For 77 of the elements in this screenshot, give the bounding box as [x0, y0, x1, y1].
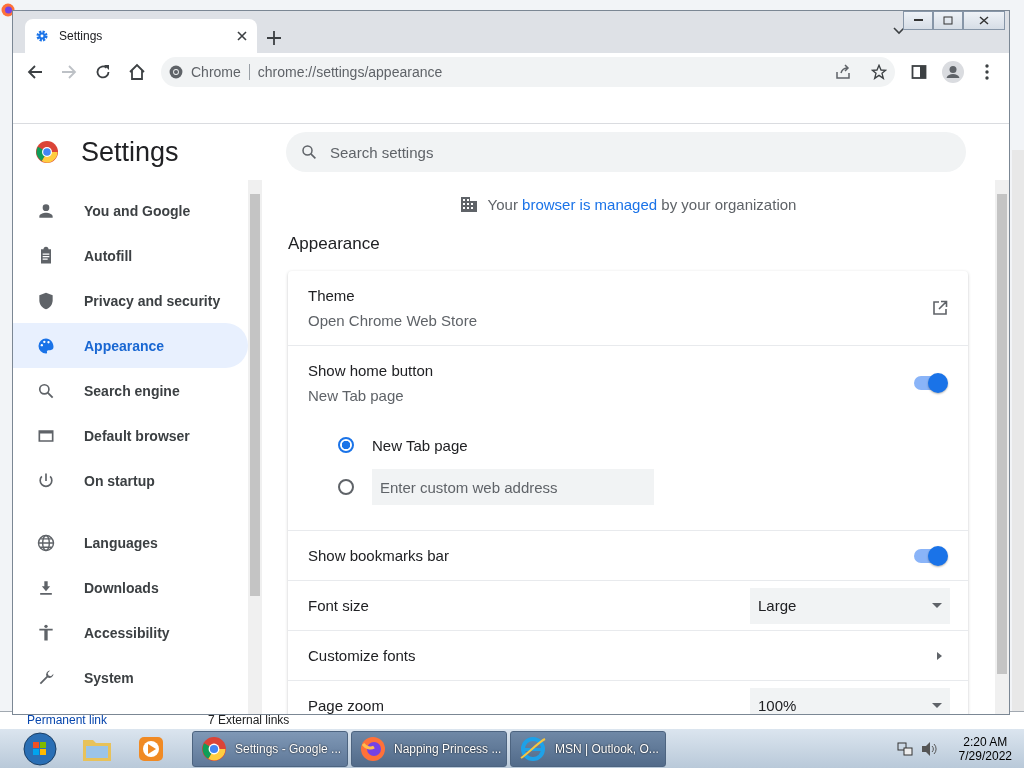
clock-date[interactable]: 7/29/2022 [958, 748, 1012, 763]
profile-avatar-icon[interactable] [939, 58, 967, 86]
setting-label: Page zoom [308, 697, 385, 714]
setting-label: Font size [308, 597, 370, 614]
speaker-icon[interactable] [920, 740, 937, 757]
caret-icon [932, 703, 942, 708]
page-title: Settings [81, 136, 179, 168]
input-field[interactable]: Enter custom web address [372, 469, 654, 505]
firefox-icon [1, 3, 15, 17]
accessibility-icon [36, 622, 56, 643]
settings-tab[interactable]: Settings [25, 19, 257, 53]
sidebar-item[interactable]: Autofill [13, 233, 248, 278]
sidebar-item[interactable]: Appearance [13, 323, 248, 368]
shield-icon [36, 290, 56, 311]
sidebar-item[interactable]: On startup [13, 458, 248, 503]
clock-time[interactable]: 2:20 AM [963, 734, 1008, 749]
gear-icon [35, 29, 49, 43]
share-icon[interactable] [835, 64, 851, 80]
sidebar-item[interactable]: Downloads [13, 565, 248, 610]
managed-link[interactable]: browser is managed [522, 195, 658, 213]
search-icon [300, 143, 318, 161]
section-title: Appearance [288, 234, 381, 254]
sidebar-item[interactable]: Privacy and security [13, 278, 248, 323]
building-icon [459, 196, 478, 212]
reload-icon [95, 64, 111, 80]
new-tab-icon[interactable] [267, 31, 281, 45]
maximize-icon [943, 16, 953, 25]
forward-arrow-icon [61, 64, 77, 80]
sidebar-item[interactable]: System [13, 655, 248, 700]
setting-label: Show bookmarks bar [308, 547, 450, 564]
scrollbar[interactable] [995, 180, 1009, 714]
scrollbar[interactable] [1012, 150, 1024, 711]
home-icon [128, 63, 146, 81]
radio-button[interactable] [338, 479, 354, 495]
toggle-switch[interactable] [914, 376, 946, 390]
search-field[interactable]: Search settings [286, 132, 966, 172]
address-bar[interactable]: Chrome chrome://settings/appearance [161, 57, 895, 87]
close-button[interactable] [963, 11, 1005, 30]
chrome-logo-icon [201, 735, 227, 762]
network-icon[interactable] [896, 740, 913, 757]
contents-entry[interactable]: 7 External links [208, 713, 290, 727]
dropdown[interactable]: Large [750, 587, 950, 624]
setting-description: New Tab page [308, 387, 405, 404]
radio-label[interactable]: New Tab page [372, 436, 468, 454]
close-icon[interactable] [237, 31, 247, 41]
back-arrow-icon [27, 64, 43, 80]
taskbar-button[interactable]: MSN | Outlook, O... [510, 730, 666, 767]
scrollbar[interactable] [248, 180, 262, 714]
taskbar-button[interactable]: Settings - Google ... [192, 730, 348, 767]
sidebar-item[interactable]: Languages [13, 520, 248, 565]
close-icon [979, 16, 989, 25]
radio-button[interactable] [338, 437, 354, 453]
external-link-icon[interactable] [932, 300, 948, 316]
taskbar-button[interactable]: Napping Princess ... [351, 730, 507, 767]
star-icon[interactable] [871, 64, 887, 80]
sidebar-item[interactable]: Default browser [13, 413, 248, 458]
caret-icon [932, 603, 942, 608]
dropdown[interactable]: 100% [750, 687, 950, 714]
fox-globe-icon [360, 735, 386, 762]
setting-label: Customize fonts [308, 647, 417, 664]
sidebar-item[interactable]: Accessibility [13, 610, 248, 655]
chevron-right-icon[interactable] [937, 651, 942, 660]
setting-description: Open Chrome Web Store [308, 312, 478, 329]
sidebar-item[interactable]: Search engine [13, 368, 248, 413]
setting-label: Show home button [308, 362, 435, 379]
toggle-switch[interactable] [914, 548, 946, 563]
chrome-logo-icon [169, 65, 183, 79]
managed-notice: Your browser is managed by your organization [487, 195, 797, 213]
globe-icon [36, 532, 56, 553]
permanent-link[interactable]: Permanent link [27, 713, 108, 727]
e-letter-icon [519, 735, 547, 762]
minimize-icon [913, 19, 923, 22]
minimize-button[interactable] [903, 11, 933, 30]
sidebar-item[interactable]: You and Google [13, 188, 248, 233]
chevron-down-icon[interactable] [893, 27, 905, 35]
chrome-logo-icon [35, 140, 59, 164]
setting-label: Theme [308, 287, 356, 304]
